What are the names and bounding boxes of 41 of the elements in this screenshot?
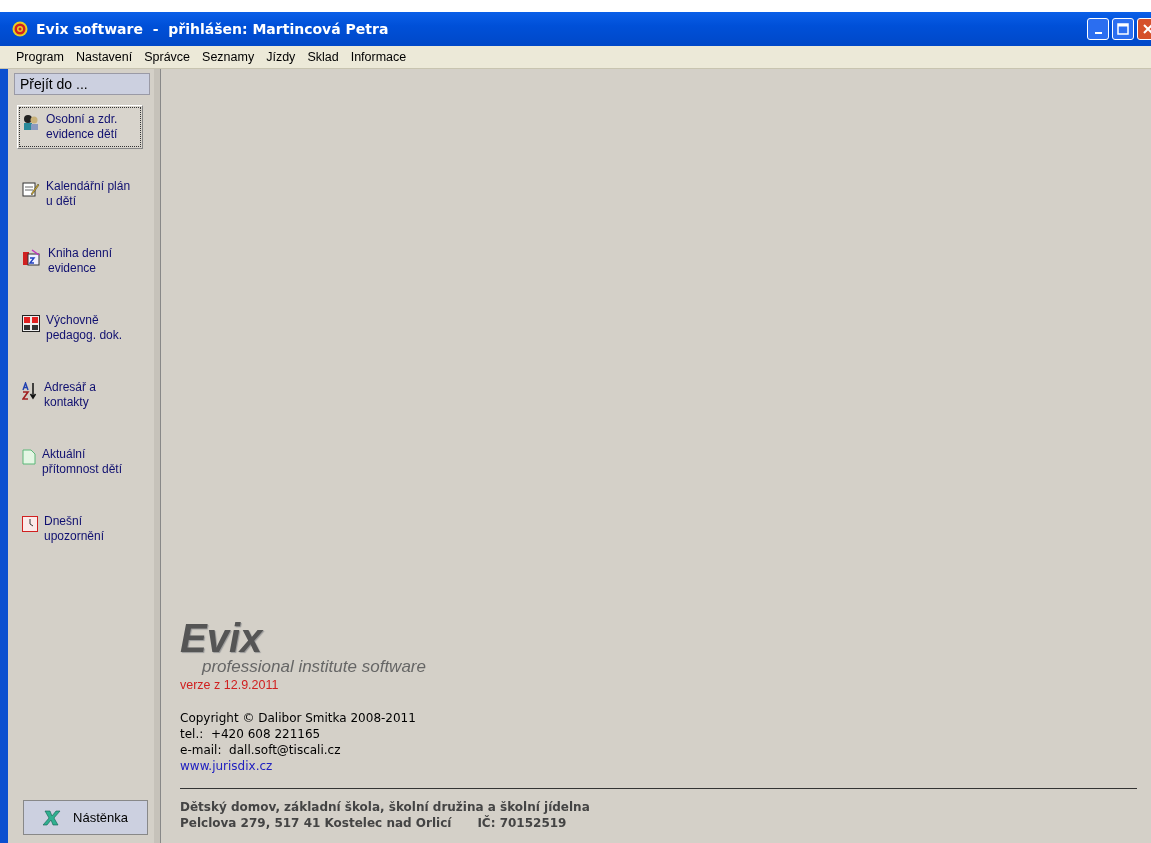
maximize-icon: [1117, 23, 1129, 35]
document-icon: [22, 449, 36, 465]
sort-az-icon: [22, 382, 38, 400]
minimize-button[interactable]: [1087, 18, 1109, 40]
nav-button[interactable]: Adresář a kontakty: [17, 373, 143, 417]
nav-button[interactable]: Osobní a zdr. evidence dětí: [17, 105, 143, 149]
grid-numbers-icon: [22, 315, 40, 332]
target-icon: [12, 21, 28, 37]
version-text: verze z 12.9.2011: [180, 678, 279, 692]
nav-button[interactable]: Dnešní upozornění: [17, 507, 143, 551]
address-text: Pelclova 279, 517 41 Kostelec nad Orlicí: [180, 815, 452, 831]
nav-button[interactable]: Aktuální přítomnost dětí: [17, 440, 143, 484]
nav-button[interactable]: Výchovně pedagog. dok.: [17, 306, 143, 350]
close-icon: [1142, 23, 1151, 35]
contact-text: tel.: +420 608 221165: [180, 726, 321, 742]
window-title: Evix software - přihlášen: Martincová Petra: [36, 21, 390, 37]
menu-item[interactable]: Správce: [138, 50, 197, 64]
nav-button[interactable]: Kalendářní plán u dětí: [17, 172, 143, 216]
people-icon: [22, 114, 40, 130]
tagline: professional institute software: [202, 657, 426, 677]
sidebar-header: Přejít do ...: [14, 73, 150, 95]
noticeboard-button[interactable]: Nástěnka: [23, 800, 148, 835]
minimize-icon: [1094, 32, 1102, 34]
menu-item[interactable]: Nastavení: [69, 50, 139, 64]
x-letter-icon: [43, 809, 62, 826]
notepad-pen-icon: [22, 181, 40, 197]
menu-item[interactable]: Jízdy: [260, 50, 302, 64]
menu-item[interactable]: Seznamy: [196, 50, 261, 64]
clock-icon: [22, 516, 38, 532]
nav-button[interactable]: Kniha denní evidence: [17, 239, 143, 283]
contact-text: Copyright © Dalibor Smitka 2008-2011: [180, 710, 416, 726]
maximize-button[interactable]: [1112, 18, 1134, 40]
book-icon: [22, 248, 42, 266]
contact-text: e-mail: dall.soft@tiscali.cz: [180, 742, 341, 758]
logo-text: Evix: [180, 619, 263, 657]
company-id-text: IČ: 70152519: [477, 815, 567, 831]
organization-name: Dětský domov, základní škola, školní družina a školní jídelna: [180, 799, 590, 815]
menu-item[interactable]: Sklad: [301, 50, 345, 64]
menu-item[interactable]: Program: [10, 50, 70, 64]
menu-item[interactable]: Informace: [344, 50, 413, 64]
website-link[interactable]: www.jurisdix.cz: [180, 758, 273, 774]
